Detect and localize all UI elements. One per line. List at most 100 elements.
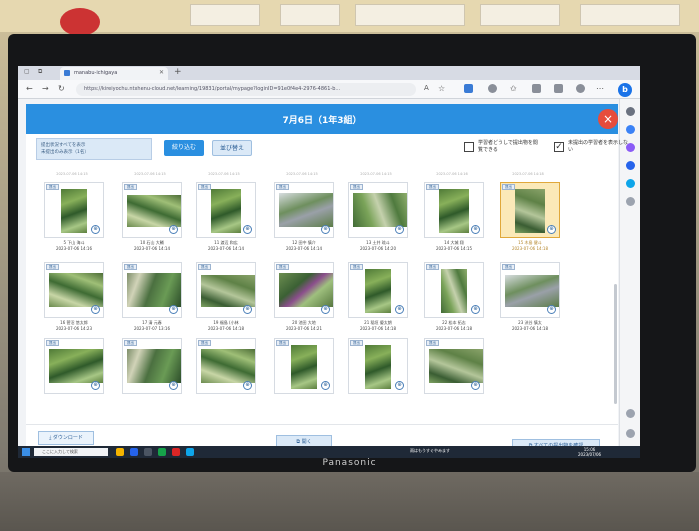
- submission-card[interactable]: 提出 ⊕: [500, 182, 560, 238]
- hide-unsubmitted-checkbox[interactable]: ✓: [554, 142, 564, 152]
- tab-close-icon[interactable]: ✕: [159, 69, 164, 76]
- zoom-icon[interactable]: ⊕: [471, 381, 480, 390]
- submission-card[interactable]: 提出 ⊕: [44, 182, 104, 238]
- profile-icon[interactable]: [576, 84, 585, 93]
- refresh-ext-icon[interactable]: [488, 84, 497, 93]
- submission-card[interactable]: 提出 ⊕: [424, 262, 484, 318]
- tab-actions-icon[interactable]: ⧉: [38, 68, 42, 76]
- back-icon[interactable]: ←: [26, 84, 33, 93]
- zoom-icon[interactable]: ⊕: [243, 305, 252, 314]
- zoom-icon[interactable]: ⊕: [547, 305, 556, 314]
- submission-photo[interactable]: [439, 189, 469, 233]
- submission-photo[interactable]: [515, 189, 545, 233]
- submission-card[interactable]: 提出 ⊕: [44, 338, 104, 394]
- zoom-icon[interactable]: ⊕: [547, 225, 556, 234]
- zoom-icon[interactable]: ⊕: [169, 381, 178, 390]
- shopping-icon[interactable]: [626, 125, 635, 134]
- search-icon[interactable]: [626, 107, 635, 116]
- zoom-icon[interactable]: ⊕: [169, 305, 178, 314]
- submission-photo[interactable]: [127, 273, 181, 307]
- submission-photo[interactable]: [49, 273, 103, 307]
- submission-card[interactable]: 提出 ⊕: [274, 182, 334, 238]
- new-tab-button[interactable]: +: [174, 67, 182, 77]
- weather-text[interactable]: 雨はもうすぐやみます: [410, 448, 450, 454]
- app-icon[interactable]: [172, 448, 180, 456]
- submission-card[interactable]: 提出 ⊕: [122, 262, 182, 318]
- collections-icon[interactable]: [532, 84, 541, 93]
- read-aloud-button[interactable]: A: [424, 84, 429, 92]
- zoom-icon[interactable]: ⊕: [321, 305, 330, 314]
- zoom-icon[interactable]: ⊕: [91, 381, 100, 390]
- zoom-icon[interactable]: ⊕: [395, 381, 404, 390]
- submission-photo[interactable]: [441, 269, 467, 313]
- peer-view-checkbox[interactable]: [464, 142, 474, 152]
- store-icon[interactable]: [144, 448, 152, 456]
- gear-icon[interactable]: [626, 429, 635, 438]
- scrollbar[interactable]: [614, 284, 617, 404]
- zoom-icon[interactable]: ⊕: [243, 381, 252, 390]
- window-menu-icon[interactable]: ▢: [24, 68, 30, 75]
- zoom-icon[interactable]: ⊕: [321, 381, 330, 390]
- submission-card[interactable]: 提出 ⊕: [348, 262, 408, 318]
- submission-photo[interactable]: [353, 193, 407, 227]
- close-button[interactable]: ×: [598, 109, 618, 129]
- zoom-icon[interactable]: ⊕: [169, 225, 178, 234]
- app-icon[interactable]: [186, 448, 194, 456]
- submission-photo[interactable]: [201, 275, 255, 307]
- zoom-icon[interactable]: ⊕: [91, 305, 100, 314]
- submission-card[interactable]: 提出 ⊕: [348, 182, 408, 238]
- filter-status[interactable]: 提出状況すべてを表示 未提出のみ表示（1名）: [36, 138, 152, 160]
- start-icon[interactable]: [22, 448, 30, 456]
- zoom-icon[interactable]: ⊕: [395, 225, 404, 234]
- submission-card[interactable]: 提出 ⊕: [122, 338, 182, 394]
- file-explorer-icon[interactable]: [116, 448, 124, 456]
- submission-card[interactable]: 提出 ⊕: [274, 262, 334, 318]
- clock[interactable]: 15:06 2023/07/06: [578, 447, 601, 457]
- submission-photo[interactable]: [365, 345, 391, 389]
- share-icon[interactable]: [554, 84, 563, 93]
- narrow-button[interactable]: 絞り込む: [164, 140, 204, 156]
- extension-icon[interactable]: [464, 84, 473, 93]
- taskbar-search[interactable]: ここに入力して検索: [34, 448, 108, 456]
- zoom-icon[interactable]: ⊕: [395, 305, 404, 314]
- zoom-icon[interactable]: ⊕: [91, 225, 100, 234]
- copilot-icon[interactable]: b: [618, 83, 632, 97]
- submission-card[interactable]: 提出 ⊕: [44, 262, 104, 318]
- favorites-icon[interactable]: ✩: [510, 84, 517, 93]
- url-field[interactable]: https://kireiyochu.ntxhenu-cloud.net/lea…: [76, 83, 416, 96]
- submission-photo[interactable]: [279, 193, 333, 227]
- submission-card[interactable]: 提出 ⊕: [500, 262, 560, 318]
- edge-taskbar-icon[interactable]: [130, 448, 138, 456]
- submission-card[interactable]: 提出 ⊕: [196, 182, 256, 238]
- zoom-icon[interactable]: ⊕: [471, 225, 480, 234]
- submission-card[interactable]: 提出 ⊕: [196, 262, 256, 318]
- submission-card[interactable]: 提出 ⊕: [196, 338, 256, 394]
- submission-photo[interactable]: [201, 349, 255, 383]
- games-icon[interactable]: [626, 161, 635, 170]
- zoom-icon[interactable]: ⊕: [321, 225, 330, 234]
- submission-card[interactable]: 提出 ⊕: [348, 338, 408, 394]
- more-menu-icon[interactable]: ⋯: [596, 84, 604, 93]
- submission-photo[interactable]: [291, 345, 317, 389]
- office-icon[interactable]: [626, 179, 635, 188]
- app-icon[interactable]: [158, 448, 166, 456]
- submission-photo[interactable]: [127, 195, 181, 227]
- submission-photo[interactable]: [365, 269, 391, 313]
- sidebar-settings-icon[interactable]: [626, 409, 635, 418]
- submission-card[interactable]: 提出 ⊕: [424, 338, 484, 394]
- submission-card[interactable]: 提出 ⊕: [274, 338, 334, 394]
- submission-photo[interactable]: [429, 349, 483, 383]
- submission-photo[interactable]: [61, 189, 87, 233]
- submission-photo[interactable]: [211, 189, 241, 233]
- submission-photo[interactable]: [127, 349, 181, 383]
- zoom-icon[interactable]: ⊕: [471, 305, 480, 314]
- submission-card[interactable]: 提出 ⊕: [122, 182, 182, 238]
- submission-photo[interactable]: [49, 349, 103, 383]
- forward-icon[interactable]: →: [42, 84, 49, 93]
- sort-button[interactable]: 並び替え: [212, 140, 252, 156]
- download-button[interactable]: ⤓ ダウンロード: [38, 431, 94, 445]
- zoom-icon[interactable]: ⊕: [243, 225, 252, 234]
- tab-active[interactable]: manabu-ichigaya ✕: [60, 67, 168, 80]
- submission-photo[interactable]: [279, 273, 333, 307]
- submission-photo[interactable]: [505, 275, 559, 307]
